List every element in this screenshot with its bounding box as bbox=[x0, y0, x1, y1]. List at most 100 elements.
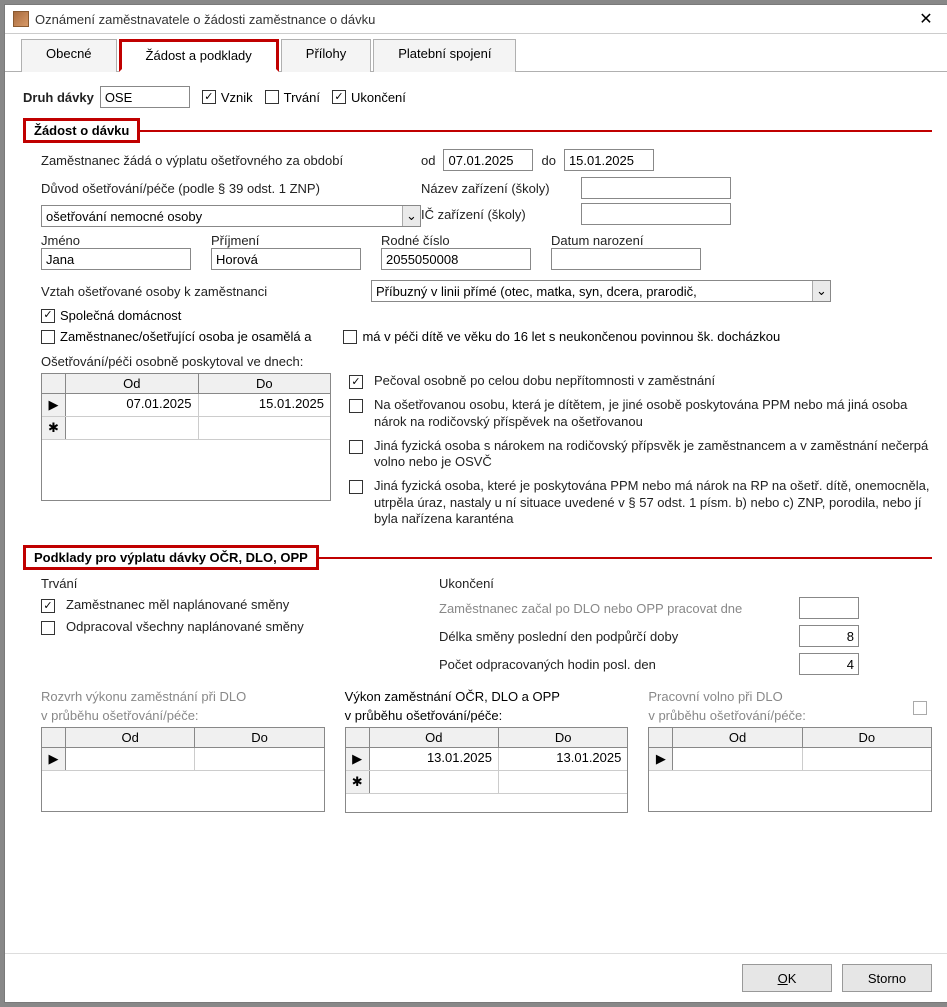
jmeno-input[interactable] bbox=[41, 248, 191, 270]
grid-od-cell[interactable]: 07.01.2025 bbox=[66, 394, 199, 416]
chevron-down-icon[interactable]: ⌄ bbox=[402, 206, 420, 226]
vztah-select[interactable]: Příbuzný v linii přímé (otec, matka, syn… bbox=[371, 280, 831, 302]
trvani-label: Trvání bbox=[284, 90, 320, 105]
ok-button[interactable]: OK bbox=[742, 964, 832, 992]
table-row-new[interactable]: ✱ bbox=[346, 771, 628, 794]
app-icon bbox=[13, 11, 29, 27]
arrow-right-icon: ▶ bbox=[42, 748, 66, 770]
ic-zarizeni-input[interactable] bbox=[581, 203, 731, 225]
grid-od-header: Od bbox=[370, 728, 499, 747]
vykon-ocr-label1: Výkon zaměstnání OČR, DLO a OPP bbox=[345, 689, 629, 704]
grid-od-header: Od bbox=[673, 728, 802, 747]
volno-dlo-checkbox[interactable] bbox=[913, 701, 927, 715]
section-line bbox=[138, 130, 932, 132]
section-podklady-title: Podklady pro výplatu dávky OČR, DLO, OPP bbox=[23, 545, 319, 570]
grid-od-header: Od bbox=[66, 374, 199, 393]
jmeno-label: Jméno bbox=[41, 233, 211, 248]
do-input[interactable] bbox=[564, 149, 654, 171]
rozvrh-dlo-grid[interactable]: Od Do ▶ bbox=[41, 727, 325, 812]
ukonceni-label: Ukončení bbox=[351, 90, 406, 105]
ukonceni-checkbox[interactable]: ✓Ukončení bbox=[332, 90, 406, 105]
volno-dlo-label1: Pracovní volno při DLO bbox=[648, 689, 913, 704]
table-row[interactable]: ▶ 07.01.2025 15.01.2025 bbox=[42, 394, 330, 417]
checkbox-empty-icon bbox=[343, 330, 357, 344]
rc-input[interactable] bbox=[381, 248, 531, 270]
rc-label: Rodné číslo bbox=[381, 233, 551, 248]
vznik-checkbox[interactable]: ✓ Vznik bbox=[202, 90, 253, 105]
do-label: do bbox=[541, 153, 555, 168]
osamela-label: Zaměstnanec/ošetřující osoba je osamělá … bbox=[60, 329, 311, 344]
planovane-smeny-checkbox[interactable]: ✓ Zaměstnanec měl naplánované směny bbox=[41, 597, 421, 613]
jina-osoba-rp-checkbox[interactable]: Jiná fyzická osoba s nárokem na rodičovs… bbox=[349, 438, 932, 471]
check-icon: ✓ bbox=[41, 599, 55, 613]
close-button[interactable]: ✕ bbox=[910, 9, 942, 29]
arrow-right-icon: ▶ bbox=[346, 748, 370, 770]
grid-do-header: Do bbox=[499, 728, 627, 747]
dialog-footer: OK Storno bbox=[5, 953, 947, 1002]
section-zadost-title: Žádost o dávku bbox=[23, 118, 140, 143]
check-icon: ✓ bbox=[349, 375, 363, 389]
titlebar: Oznámení zaměstnavatele o žádosti zaměst… bbox=[5, 5, 947, 34]
druh-davky-input[interactable] bbox=[100, 86, 190, 108]
grid-od-cell[interactable]: 13.01.2025 bbox=[370, 748, 499, 770]
check-icon: ✓ bbox=[202, 90, 216, 104]
section-zadost-header: Žádost o dávku bbox=[23, 118, 932, 143]
zacal-dlo-input bbox=[799, 597, 859, 619]
trvani-checkbox[interactable]: Trvání bbox=[265, 90, 320, 105]
osobne-poskytoval-label: Ošetřování/péči osobně poskytoval ve dne… bbox=[41, 354, 303, 369]
od-input[interactable] bbox=[443, 149, 533, 171]
checkbox-empty-icon bbox=[265, 90, 279, 104]
dite16-label: má v péči dítě ve věku do 16 let s neuko… bbox=[362, 329, 780, 344]
tab-zadost-podklady[interactable]: Žádost a podklady bbox=[119, 39, 279, 72]
planovane-smeny-label: Zaměstnanec měl naplánované směny bbox=[66, 597, 289, 613]
nazev-zarizeni-input[interactable] bbox=[581, 177, 731, 199]
volno-dlo-grid[interactable]: Od Do ▶ bbox=[648, 727, 932, 812]
jina-osoba-ppm-label: Jiná fyzická osoba, které je poskytována… bbox=[374, 478, 932, 527]
datum-narozeni-input[interactable] bbox=[551, 248, 701, 270]
ppm-checkbox[interactable]: Na ošetřovanou osobu, která je dítětem, … bbox=[349, 397, 932, 430]
section-line bbox=[317, 557, 932, 559]
datum-narozeni-label: Datum narození bbox=[551, 233, 721, 248]
jina-osoba-ppm-checkbox[interactable]: Jiná fyzická osoba, které je poskytována… bbox=[349, 478, 932, 527]
window-title: Oznámení zaměstnavatele o žádosti zaměst… bbox=[35, 12, 910, 27]
check-icon: ✓ bbox=[41, 309, 55, 323]
pecoval-osobne-checkbox[interactable]: ✓ Pečoval osobně po celou dobu nepřítomno… bbox=[349, 373, 932, 389]
grid-do-header: Do bbox=[195, 728, 323, 747]
pocet-hodin-input[interactable] bbox=[799, 653, 859, 675]
dite16-checkbox[interactable]: má v péči dítě ve věku do 16 let s neuko… bbox=[343, 329, 780, 344]
od-label: od bbox=[421, 153, 435, 168]
table-row[interactable]: ▶ bbox=[649, 748, 931, 771]
chevron-down-icon[interactable]: ⌄ bbox=[812, 281, 830, 301]
osamela-checkbox[interactable]: Zaměstnanec/ošetřující osoba je osamělá … bbox=[41, 329, 311, 344]
content-area: Druh dávky ✓Vznik Trvání ✓Ukončení Žádos… bbox=[5, 72, 947, 953]
tab-obecne[interactable]: Obecné bbox=[21, 39, 117, 72]
checkbox-empty-icon bbox=[349, 480, 363, 494]
trvani-heading: Trvání bbox=[41, 576, 421, 591]
grid-do-cell[interactable]: 13.01.2025 bbox=[499, 748, 627, 770]
duvod-select[interactable]: ošetřování nemocné osoby ⌄ bbox=[41, 205, 421, 227]
table-row-new[interactable]: ✱ bbox=[42, 417, 330, 440]
storno-button[interactable]: Storno bbox=[842, 964, 932, 992]
grid-do-cell[interactable]: 15.01.2025 bbox=[199, 394, 331, 416]
vznik-label: Vznik bbox=[221, 90, 253, 105]
checkbox-empty-icon bbox=[349, 440, 363, 454]
grid-do-header: Do bbox=[803, 728, 931, 747]
rozvrh-dlo-label2: v průběhu ošetřování/péče: bbox=[41, 708, 325, 723]
section-podklady-header: Podklady pro výplatu dávky OČR, DLO, OPP bbox=[23, 545, 932, 570]
vykon-ocr-grid[interactable]: Od Do ▶ 13.01.2025 13.01.2025 ✱ bbox=[345, 727, 629, 813]
spolecna-domacnost-checkbox[interactable]: ✓Společná domácnost bbox=[41, 308, 181, 323]
prijmeni-label: Příjmení bbox=[211, 233, 381, 248]
osetrovani-grid[interactable]: Od Do ▶ 07.01.2025 15.01.2025 ✱ bbox=[41, 373, 331, 501]
tab-platebni-spojeni[interactable]: Platební spojení bbox=[373, 39, 516, 72]
tab-prilohy[interactable]: Přílohy bbox=[281, 39, 371, 72]
delka-smeny-input[interactable] bbox=[799, 625, 859, 647]
odpracoval-checkbox[interactable]: Odpracoval všechny naplánované směny bbox=[41, 619, 421, 635]
prijmeni-input[interactable] bbox=[211, 248, 361, 270]
checkbox-empty-icon bbox=[41, 330, 55, 344]
vztah-label: Vztah ošetřované osoby k zaměstnanci bbox=[41, 284, 371, 299]
odpracoval-label: Odpracoval všechny naplánované směny bbox=[66, 619, 304, 635]
table-row[interactable]: ▶ 13.01.2025 13.01.2025 bbox=[346, 748, 628, 771]
pecoval-osobne-label: Pečoval osobně po celou dobu nepřítomnos… bbox=[374, 373, 715, 389]
table-row[interactable]: ▶ bbox=[42, 748, 324, 771]
ic-zarizeni-label: IČ zařízení (školy) bbox=[421, 207, 581, 222]
